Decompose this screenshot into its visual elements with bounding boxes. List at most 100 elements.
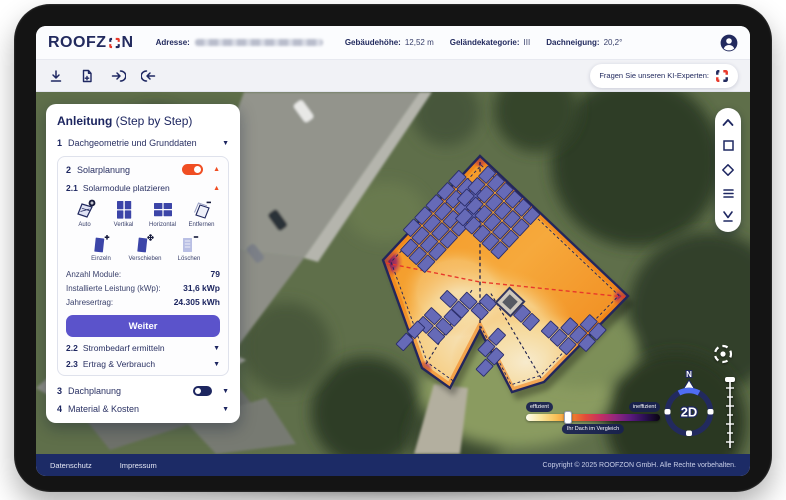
import-icon[interactable]: [110, 68, 126, 84]
stat-value: 31,6 kWp: [183, 283, 220, 293]
step-1-roof-geometry[interactable]: 1 Dachgeometrie und Grunddaten ▼: [57, 138, 229, 148]
step-2-2-power-demand[interactable]: 2.2 Strombedarf ermitteln ▼: [66, 343, 220, 353]
module-tools-row-2: Einzeln Verschieben: [80, 233, 210, 262]
polygon-tool-icon[interactable]: [721, 163, 735, 177]
collapse-up-icon[interactable]: [721, 117, 735, 128]
action-toolbar: Fragen Sie unseren KI-Experten:: [36, 60, 750, 92]
rectangle-tool-icon[interactable]: [722, 139, 735, 152]
stat-label: Jahresertrag:: [66, 298, 113, 307]
ai-expert-button[interactable]: Fragen Sie unseren KI-Experten:: [590, 64, 738, 88]
export-file-icon[interactable]: [79, 68, 95, 84]
step-panel: Anleitung (Step by Step) 1 Dachgeometrie…: [46, 104, 240, 423]
efficiency-gradient-bar[interactable]: [526, 414, 660, 421]
chevron-down-icon[interactable]: ▼: [213, 361, 220, 368]
compass-heading-arc: [679, 391, 699, 393]
efficiency-handle[interactable]: [564, 411, 572, 424]
tool-delete[interactable]: Löschen: [168, 233, 210, 262]
address-value-redacted: [195, 39, 323, 46]
vertical-modules-icon: [113, 199, 135, 220]
step-number: 2.1: [66, 183, 78, 193]
tool-auto[interactable]: Auto: [66, 199, 103, 228]
building-metrics: Gebäudehöhe: 12,52 m Geländekategorie: I…: [345, 38, 623, 47]
tool-single[interactable]: Einzeln: [80, 233, 122, 262]
locate-icon[interactable]: [711, 342, 735, 366]
solar-visibility-toggle[interactable]: [182, 164, 203, 175]
step-label: Solarplanung: [77, 165, 130, 175]
single-module-icon: [90, 233, 112, 254]
address-group: Adresse:: [156, 38, 323, 47]
roof-visibility-toggle[interactable]: [193, 386, 212, 396]
step-label: Dachplanung: [68, 386, 121, 396]
legend-right-label: ineffizient: [629, 402, 660, 412]
panel-title-suffix: (Step by Step): [116, 114, 193, 128]
module-tools-row-1: Auto Vertikal: [66, 199, 220, 228]
privacy-link[interactable]: Datenschutz: [50, 461, 92, 470]
metric-terrain-category: Geländekategorie: III: [450, 38, 530, 47]
step-label: Dachgeometrie und Grunddaten: [68, 138, 197, 148]
metric-value: III: [524, 38, 531, 47]
step-number: 2: [66, 165, 71, 175]
panel-title: Anleitung (Step by Step): [57, 114, 229, 128]
horizontal-modules-icon: [152, 199, 174, 220]
stat-value: 24.305 kWh: [174, 297, 220, 307]
step-2-solar-planning[interactable]: 2 Solarplanung ▲: [66, 164, 220, 175]
metric-value: 12,52 m: [405, 38, 434, 47]
view-mode-2d-button[interactable]: 2D: [681, 405, 698, 420]
map-tools: [715, 108, 741, 232]
page: ROOFZ N Adresse: Gebäudehöhe:: [0, 0, 786, 500]
step-3-roof-planning[interactable]: 3 Dachplanung ▼: [57, 386, 229, 396]
undo-icon[interactable]: [141, 68, 157, 84]
module-stats: Anzahl Module: 79 Installierte Leistung …: [66, 269, 220, 307]
chevron-down-icon[interactable]: ▼: [222, 388, 229, 395]
tool-label: Horizontal: [149, 222, 176, 228]
step-2-1-place-modules[interactable]: 2.1 Solarmodule platzieren ▲: [66, 183, 220, 193]
zoom-slider[interactable]: [724, 376, 736, 450]
layers-menu-icon[interactable]: [722, 188, 735, 199]
stat-annual-yield: Jahresertrag: 24.305 kWh: [66, 297, 220, 307]
tablet-frame: ROOFZ N Adresse: Gebäudehöhe:: [14, 4, 772, 492]
tool-vertical[interactable]: Vertikal: [105, 199, 142, 228]
chevron-up-icon[interactable]: ▲: [213, 185, 220, 192]
zoom-slider-handle[interactable]: [725, 377, 735, 382]
step-label: Ertrag & Verbrauch: [83, 359, 155, 369]
app-screen: ROOFZ N Adresse: Gebäudehöhe:: [36, 26, 750, 476]
tool-move[interactable]: Verschieben: [124, 233, 166, 262]
imprint-link[interactable]: Impressum: [120, 461, 157, 470]
user-avatar-icon[interactable]: [720, 34, 738, 52]
chevron-up-icon[interactable]: ▲: [213, 166, 220, 173]
tool-horizontal[interactable]: Horizontal: [144, 199, 181, 228]
logo-text-suffix: N: [122, 34, 134, 52]
tool-label: Einzeln: [91, 256, 111, 262]
download-icon[interactable]: [48, 68, 64, 84]
stat-value: 79: [211, 269, 220, 279]
metric-label: Dachneigung:: [546, 38, 599, 47]
tool-label: Verschieben: [128, 256, 161, 262]
metric-building-height: Gebäudehöhe: 12,52 m: [345, 38, 434, 47]
stat-label: Installierte Leistung (kWp):: [66, 284, 161, 293]
header: ROOFZ N Adresse: Gebäudehöhe:: [36, 26, 750, 60]
tool-remove-area[interactable]: Entfernen: [183, 199, 220, 228]
copyright-text: Copyright © 2025 ROOFZON GmbH. Alle Rech…: [543, 462, 736, 469]
measure-tool-icon[interactable]: [721, 210, 735, 223]
metric-label: Gebäudehöhe:: [345, 38, 401, 47]
footer: Datenschutz Impressum Copyright © 2025 R…: [36, 454, 750, 476]
tool-label: Entfernen: [188, 222, 214, 228]
step-label: Strombedarf ermitteln: [83, 343, 165, 353]
next-button[interactable]: Weiter: [66, 315, 220, 337]
chevron-down-icon[interactable]: ▼: [222, 406, 229, 413]
step-number: 2.2: [66, 343, 78, 353]
step-2-3-yield-consumption[interactable]: 2.3 Ertrag & Verbrauch ▼: [66, 359, 220, 369]
chevron-down-icon[interactable]: ▼: [222, 140, 229, 147]
chevron-down-icon[interactable]: ▼: [213, 345, 220, 352]
step-label: Material & Kosten: [68, 404, 139, 414]
step-4-material-costs[interactable]: 4 Material & Kosten ▼: [57, 404, 229, 414]
compass-control[interactable]: N 2D: [657, 368, 721, 442]
step-number: 2.3: [66, 359, 78, 369]
delete-module-icon: [178, 233, 200, 254]
tool-label: Auto: [78, 222, 90, 228]
tool-label: Vertikal: [114, 222, 134, 228]
auto-layout-icon: [74, 199, 96, 220]
tool-label: Löschen: [178, 256, 201, 262]
roofzon-mark-icon: [715, 69, 729, 83]
step-label: Solarmodule platzieren: [83, 183, 170, 193]
